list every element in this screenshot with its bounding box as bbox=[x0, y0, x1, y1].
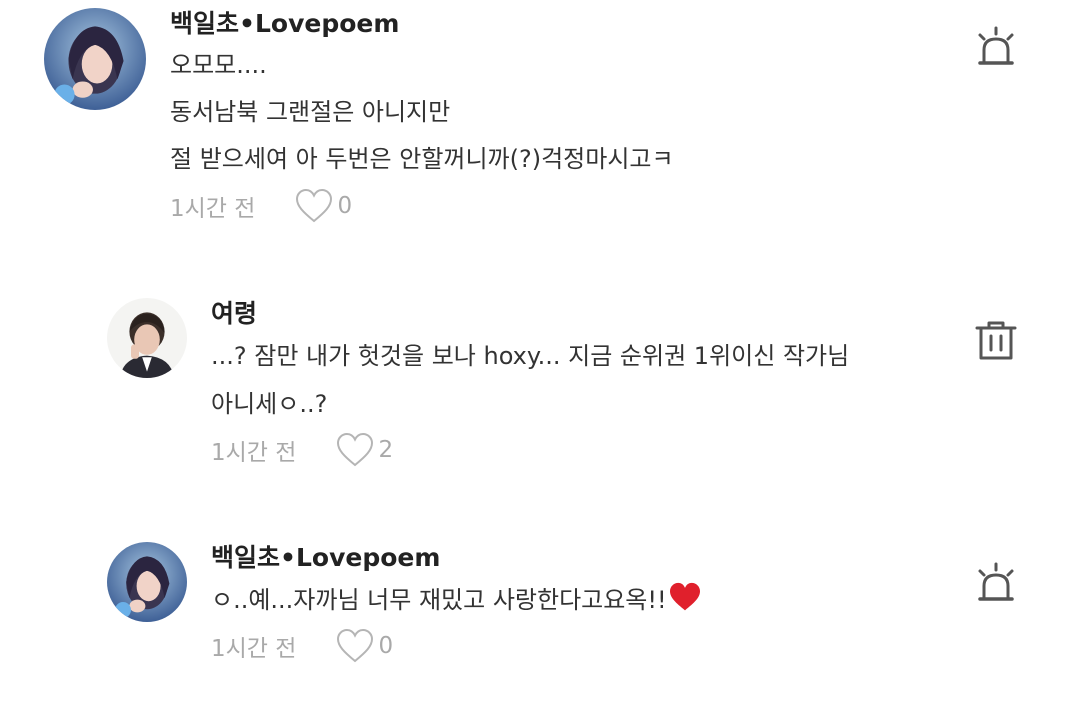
comment-text-line: 오모모.... bbox=[170, 51, 267, 79]
comment-timestamp: 1시간 전 bbox=[211, 636, 297, 662]
delete-button[interactable] bbox=[974, 318, 1018, 362]
comment-text-line: 아니세ㅇ..? bbox=[211, 390, 328, 418]
like-count: 0 bbox=[378, 633, 394, 659]
like-button[interactable]: 2 bbox=[336, 432, 393, 468]
heart-outline-icon bbox=[337, 628, 374, 663]
trash-icon bbox=[975, 321, 1017, 360]
heart-outline-icon bbox=[296, 188, 333, 223]
comment-timestamp: 1시간 전 bbox=[170, 196, 256, 222]
comment-meta: 1시간 전 0 bbox=[211, 626, 393, 666]
avatar[interactable] bbox=[107, 298, 187, 378]
comment-meta: 1시간 전 0 bbox=[170, 186, 352, 226]
like-count: 2 bbox=[378, 437, 394, 463]
comment-author[interactable]: 여령 bbox=[211, 294, 257, 330]
comment-text-line: ㅇ..예...자까님 너무 재밌고 사랑한다고요옥!! bbox=[211, 580, 701, 615]
comment-item: 여령 ...? 잠만 내가 헛것을 보나 hoxy... 지금 순위권 1위이신… bbox=[0, 280, 1080, 480]
heart-outline-icon bbox=[337, 432, 374, 467]
comment-text-line: 절 받으세여 아 두번은 안할꺼니까(?)걱정마시고ㅋ bbox=[170, 145, 674, 173]
comment-item: 백일초•Lovepoem ㅇ..예...자까님 너무 재밌고 사랑한다고요옥!!… bbox=[0, 530, 1080, 709]
comment-author[interactable]: 백일초•Lovepoem bbox=[211, 538, 440, 574]
report-siren-icon bbox=[978, 26, 1014, 65]
avatar-image bbox=[44, 8, 146, 110]
comment-text-line: 동서남북 그랜절은 아니지만 bbox=[170, 98, 451, 126]
avatar-image bbox=[107, 542, 187, 622]
comment-item: 백일초•Lovepoem 오모모.... 동서남북 그랜절은 아니지만 절 받으… bbox=[0, 0, 1080, 240]
comment-text: ㅇ..예...자까님 너무 재밌고 사랑한다고요옥!! bbox=[211, 586, 667, 614]
comment-text-line: ...? 잠만 내가 헛것을 보나 hoxy... 지금 순위권 1위이신 작가… bbox=[211, 342, 850, 370]
like-button[interactable]: 0 bbox=[336, 628, 393, 664]
like-count: 0 bbox=[337, 193, 353, 219]
report-button[interactable] bbox=[974, 562, 1018, 606]
heart-emoji-icon bbox=[669, 582, 700, 611]
avatar[interactable] bbox=[44, 8, 146, 110]
comment-timestamp: 1시간 전 bbox=[211, 440, 297, 466]
avatar-image bbox=[107, 298, 187, 378]
like-button[interactable]: 0 bbox=[295, 188, 352, 224]
report-siren-icon bbox=[978, 562, 1014, 601]
report-button[interactable] bbox=[974, 26, 1018, 70]
comment-meta: 1시간 전 2 bbox=[211, 430, 393, 470]
comment-author[interactable]: 백일초•Lovepoem bbox=[170, 4, 399, 40]
avatar[interactable] bbox=[107, 542, 187, 622]
